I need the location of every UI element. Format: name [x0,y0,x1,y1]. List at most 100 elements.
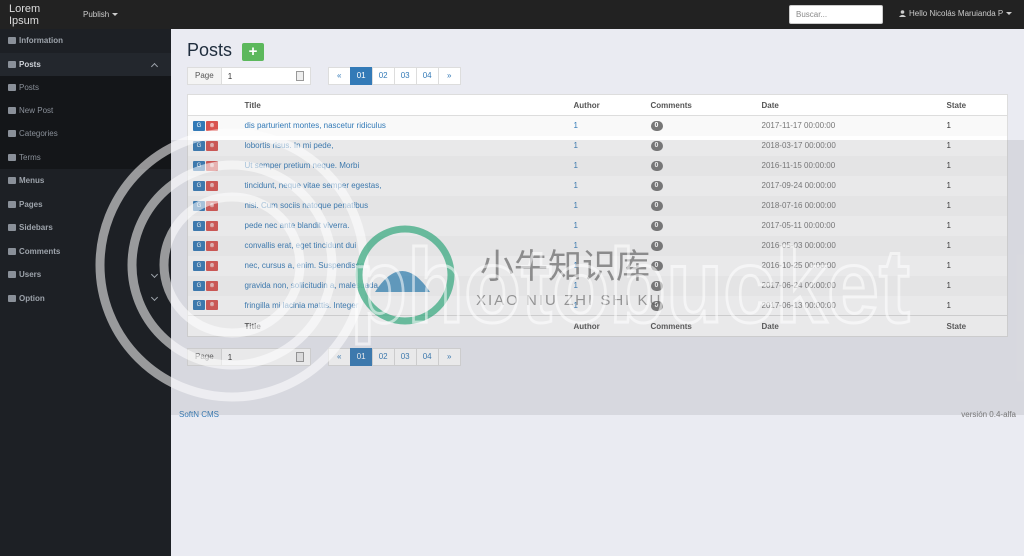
post-author-link[interactable]: 1 [574,281,578,290]
page-input-group: Page 1 [187,348,311,366]
edit-button[interactable]: G [193,240,205,251]
footer-version: versión 0.4-alfa [961,410,1016,419]
column-header-state[interactable]: State [946,94,1008,116]
post-title-link[interactable]: dis parturient montes, nascetur ridiculu… [245,121,386,130]
edit-button[interactable]: G [193,220,205,231]
user-menu[interactable]: Hello Nicolás Maruianda P [899,9,1013,18]
sidebar-subitem-categories[interactable]: Categories [0,122,171,146]
delete-button[interactable]: ⊗ [206,280,218,291]
sidebar-item-menus[interactable]: Menus [0,169,171,193]
brand-link[interactable]: Lorem Ipsum [0,3,72,27]
table-row: G ⊗ Ut semper pretium neque. Morbi 1 0 2016-1… [187,155,1008,176]
post-title-link[interactable]: fringilla mi lacinia mattis. Integer [245,301,359,310]
page-number-input[interactable]: 1 [222,68,310,84]
post-title-link[interactable]: nisi. Cum sociis natoque penatibus [245,201,369,210]
edit-button[interactable]: G [193,140,205,151]
post-author-link[interactable]: 1 [574,241,578,250]
delete-button[interactable]: ⊗ [206,300,218,311]
column-header-title[interactable]: Title [244,94,574,116]
main-content: Posts + Page 1 « 01 02 03 04 » Title Aut… [171,29,1024,556]
edit-button[interactable]: G [193,120,205,131]
post-author-link[interactable]: 1 [574,261,578,270]
pagination-page-01[interactable]: 01 [349,348,373,366]
column-header-actions [187,94,245,116]
add-post-button[interactable]: + [242,43,264,61]
delete-button[interactable]: ⊗ [206,240,218,251]
sidebar-item-posts[interactable]: Posts [0,52,171,76]
comments-count-badge: 0 [650,161,663,171]
sidebar-subitem-new-post[interactable]: New Post [0,99,171,123]
user-icon [899,10,906,17]
pagination-prev[interactable]: « [327,348,351,366]
delete-button[interactable]: ⊗ [206,220,218,231]
post-title-link[interactable]: nec, cursus a, enim. Suspendisse [245,261,365,270]
page-number-value: 1 [227,352,233,362]
delete-button[interactable]: ⊗ [206,140,218,151]
post-author-link[interactable]: 1 [574,181,578,190]
edit-button[interactable]: G [193,300,205,311]
post-title-link[interactable]: tincidunt, neque vitae semper egestas, [245,181,382,190]
sidebar-item-sidebars[interactable]: Sidebars [0,216,171,240]
search-input[interactable] [789,5,883,24]
post-title-link[interactable]: lobortis risus. In mi pede, [245,141,334,150]
column-header-author[interactable]: Author [573,94,651,116]
pagination-page-03[interactable]: 03 [393,348,417,366]
post-title-link[interactable]: gravida non, sollicitudin a, malesuada [245,281,378,290]
pagination-next[interactable]: » [437,67,461,85]
pagination-prev[interactable]: « [327,67,351,85]
sidebar-item-comments[interactable]: Comments [0,239,171,263]
sidebar-item-information[interactable]: Information [0,29,171,53]
edit-button[interactable]: G [193,180,205,191]
column-header-comments[interactable]: Comments [650,94,762,116]
sidebar: Information Posts Posts New Post Categor… [0,29,171,556]
row-actions: G ⊗ [188,256,245,276]
delete-button[interactable]: ⊗ [206,180,218,191]
post-author-link[interactable]: 1 [574,221,578,230]
pagination-next[interactable]: » [437,348,461,366]
page-number-input[interactable]: 1 [222,349,310,365]
edit-button[interactable]: G [193,280,205,291]
sidebar-item-pages[interactable]: Pages [0,192,171,216]
pagination-page-01[interactable]: 01 [349,67,373,85]
sidebar-subitem-terms[interactable]: Terms [0,145,171,169]
delete-button[interactable]: ⊗ [206,120,218,131]
delete-button[interactable]: ⊗ [206,200,218,211]
top-navbar: Lorem Ipsum Publish Hello Nicolás Maruia… [0,0,1024,29]
pagination-page-02[interactable]: 02 [371,67,395,85]
list-icon [8,177,16,184]
sidebar-subitem-posts[interactable]: Posts [0,76,171,100]
footer-cms-link[interactable]: SoftN CMS [179,410,219,419]
comments-count-badge: 0 [650,201,663,211]
pagination-page-03[interactable]: 03 [393,67,417,85]
post-state: 1 [946,235,1008,256]
pagination-page-04[interactable]: 04 [415,67,439,85]
spinner-icon[interactable] [295,71,304,81]
post-author-link[interactable]: 1 [574,141,578,150]
publish-dropdown[interactable]: Publish [83,10,119,19]
pagination-page-02[interactable]: 02 [371,348,395,366]
column-header-date[interactable]: Date [761,94,947,116]
delete-button[interactable]: ⊗ [206,160,218,171]
sidebar-item-users[interactable]: Users [0,263,171,287]
post-title-link[interactable]: pede nec ante blandit viverra. [245,221,350,230]
post-author-link[interactable]: 1 [574,161,578,170]
edit-button[interactable]: G [193,200,205,211]
post-author-link[interactable]: 1 [574,121,578,130]
pagination-page-04[interactable]: 04 [415,348,439,366]
comments-count-badge: 0 [650,261,663,271]
post-title-link[interactable]: convallis erat, eget tincidunt dui [245,241,357,250]
table-header-row: Title Author Comments Date State [187,94,1008,116]
post-title-link[interactable]: Ut semper pretium neque. Morbi [245,161,360,170]
spinner-icon[interactable] [295,352,304,362]
delete-button[interactable]: ⊗ [206,260,218,271]
sidebar-item-option[interactable]: Option [0,286,171,310]
sidebar-item-label: Pages [19,199,43,209]
edit-button[interactable]: G [193,160,205,171]
column-footer-title: Title [244,315,574,337]
post-author-link[interactable]: 1 [574,201,578,210]
edit-button[interactable]: G [193,260,205,271]
sidebar-item-label: Option [19,293,45,303]
post-state: 1 [946,195,1008,216]
post-author-link[interactable]: 1 [574,301,578,310]
post-state: 1 [946,261,951,270]
